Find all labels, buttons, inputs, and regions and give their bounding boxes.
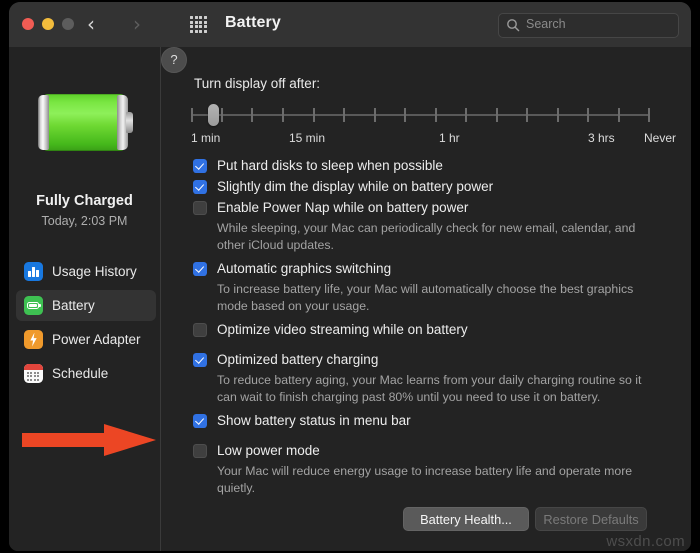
sidebar-item-schedule[interactable]: Schedule (16, 358, 156, 389)
sidebar-item-label: Schedule (52, 366, 109, 381)
calendar-schedule-icon (24, 364, 43, 383)
zoom-button[interactable] (62, 18, 74, 30)
sidebar-item-power-adapter[interactable]: Power Adapter (16, 324, 156, 355)
checkbox-label: Enable Power Nap while on battery power (217, 200, 469, 215)
close-button[interactable] (22, 18, 34, 30)
checkbox[interactable] (193, 262, 207, 276)
option-description: To increase battery life, your Mac will … (217, 282, 634, 313)
slider-tick-label: 3 hrs (588, 131, 615, 145)
checkbox-label: Put hard disks to sleep when possible (217, 158, 443, 173)
forward-chevron-icon[interactable]: › (124, 12, 150, 38)
system-preferences-window: ‹ › Battery Search Fully Charged Today, … (9, 2, 691, 551)
checkbox-row-enable-power-nap[interactable]: Enable Power Nap while on battery power (161, 199, 691, 217)
checkbox-label: Automatic graphics switching (217, 261, 392, 276)
slider-thumb[interactable] (208, 104, 219, 126)
checkbox[interactable] (193, 414, 207, 428)
battery-health-button[interactable]: Battery Health... (403, 507, 529, 531)
slider-tick-label: 1 min (191, 131, 221, 145)
checkbox[interactable] (193, 159, 207, 173)
checkbox-label: Slightly dim the display while on batter… (217, 179, 494, 194)
checkbox[interactable] (193, 353, 207, 367)
sidebar-item-label: Power Adapter (52, 332, 141, 347)
checkbox-row-automatic-graphics-switching[interactable]: Automatic graphics switching (161, 260, 691, 278)
battery-large-green-icon (38, 94, 133, 151)
checkbox-label: Low power mode (217, 443, 320, 458)
traffic-lights (22, 18, 74, 30)
checkbox-row-slightly-dim-display[interactable]: Slightly dim the display while on batter… (161, 178, 691, 196)
checkbox-label: Show battery status in menu bar (217, 413, 411, 428)
sidebar-item-label: Usage History (52, 264, 137, 279)
annotation-arrow-icon (22, 424, 156, 456)
usage-history-icon (24, 262, 43, 281)
restore-defaults-button: Restore Defaults (535, 507, 647, 531)
option-description: Your Mac will reduce energy usage to inc… (217, 464, 633, 495)
power-adapter-bolt-icon (24, 330, 43, 349)
back-chevron-icon[interactable]: ‹ (78, 12, 104, 38)
checkbox-row-show-battery-status-in-menu-bar[interactable]: Show battery status in menu bar (161, 412, 691, 430)
checkbox[interactable] (193, 444, 207, 458)
display-off-label: Turn display off after: (194, 76, 321, 91)
battery-settings-pane: Turn display off after: 1 min 15 min 1 h… (161, 47, 691, 551)
sidebar-item-battery[interactable]: Battery (16, 290, 156, 321)
page-title: Battery (225, 14, 281, 31)
slider-track (191, 114, 650, 116)
slider-tick-label: Never (644, 131, 677, 145)
help-button[interactable]: ? (161, 47, 187, 73)
checkbox-label: Optimize video streaming while on batter… (217, 322, 468, 337)
grid-all-preferences-icon[interactable] (190, 16, 208, 33)
search-input[interactable]: Search (498, 13, 679, 38)
checkbox[interactable] (193, 180, 207, 194)
display-sleep-slider[interactable] (191, 104, 650, 126)
checkbox-row-put-hard-disks-to-sleep[interactable]: Put hard disks to sleep when possible (161, 157, 691, 175)
checkbox-row-low-power-mode[interactable]: Low power mode (161, 442, 691, 460)
option-description: While sleeping, your Mac can periodicall… (217, 221, 636, 252)
checkbox[interactable] (193, 323, 207, 337)
battery-options-list: Put hard disks to sleep when possible Sl… (161, 157, 691, 503)
search-icon (506, 18, 520, 32)
checkbox-row-optimize-video-streaming[interactable]: Optimize video streaming while on batter… (161, 321, 691, 339)
window-titlebar: ‹ › Battery Search (9, 2, 691, 48)
battery-status-title: Fully Charged (36, 193, 133, 209)
slider-tick-label: 15 min (289, 131, 326, 145)
checkbox-row-optimized-battery-charging[interactable]: Optimized battery charging (161, 351, 691, 369)
sidebar: Fully Charged Today, 2:03 PM Usage Histo… (9, 47, 161, 551)
battery-icon (24, 296, 43, 315)
slider-tick-label: 1 hr (439, 131, 460, 145)
option-description: To reduce battery aging, your Mac learns… (217, 373, 642, 404)
checkbox-label: Optimized battery charging (217, 352, 379, 367)
battery-status-time: Today, 2:03 PM (41, 214, 128, 228)
sidebar-item-usage-history[interactable]: Usage History (16, 256, 156, 287)
sidebar-nav-list: Usage History Battery Power Adapter Sche… (16, 256, 156, 392)
watermark: wsxdn.com (606, 533, 685, 550)
minimize-button[interactable] (42, 18, 54, 30)
checkbox[interactable] (193, 201, 207, 215)
search-placeholder: Search (526, 17, 566, 31)
sidebar-item-label: Battery (52, 298, 95, 313)
